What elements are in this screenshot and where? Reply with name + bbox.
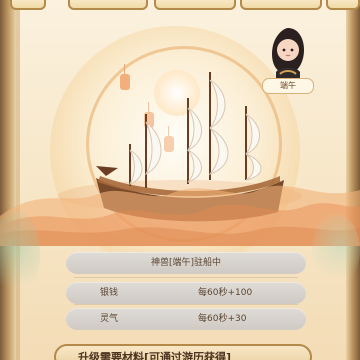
ship-bow (96, 166, 118, 176)
stat-row-spirit: 灵气 每60秒+30 (66, 308, 306, 330)
ship-info-panel: 神兽[端午]驻船中 银钱 每60秒+100 灵气 每60秒+30 (66, 252, 306, 338)
mountain-silhouettes (0, 185, 360, 246)
tab-5[interactable] (326, 0, 360, 10)
tab-3[interactable] (154, 0, 236, 10)
avatar-name: 端午 (262, 78, 314, 94)
ship-sails (128, 79, 262, 185)
right-foliage-decoration (312, 214, 360, 286)
tab-1[interactable] (10, 0, 46, 10)
tab-2[interactable] (68, 0, 148, 10)
stat-row-silver: 银钱 每60秒+100 (66, 282, 306, 304)
game-panel: 端午 神兽[端午]驻船中 银钱 每60秒+100 灵气 每60秒+30 升级需要… (0, 0, 360, 360)
tab-4[interactable] (240, 0, 322, 10)
stat-label: 银钱 (100, 288, 119, 298)
upgrade-material-bar[interactable]: 升级需要材料[可通过游历获得] (54, 344, 312, 360)
divider (74, 304, 298, 305)
divider (74, 277, 298, 278)
stat-value: 每60秒+100 (198, 288, 253, 298)
stat-label: 灵气 (100, 314, 119, 324)
avatar-portrait (272, 28, 304, 82)
avatar[interactable] (264, 24, 310, 82)
status-row: 神兽[端午]驻船中 (66, 252, 306, 274)
stat-value: 每60秒+30 (198, 314, 247, 324)
top-tab-bar (0, 0, 360, 12)
upgrade-hint: 升级需要材料[可通过游历获得] (78, 351, 232, 360)
status-text: 神兽[端午]驻船中 (150, 258, 222, 268)
